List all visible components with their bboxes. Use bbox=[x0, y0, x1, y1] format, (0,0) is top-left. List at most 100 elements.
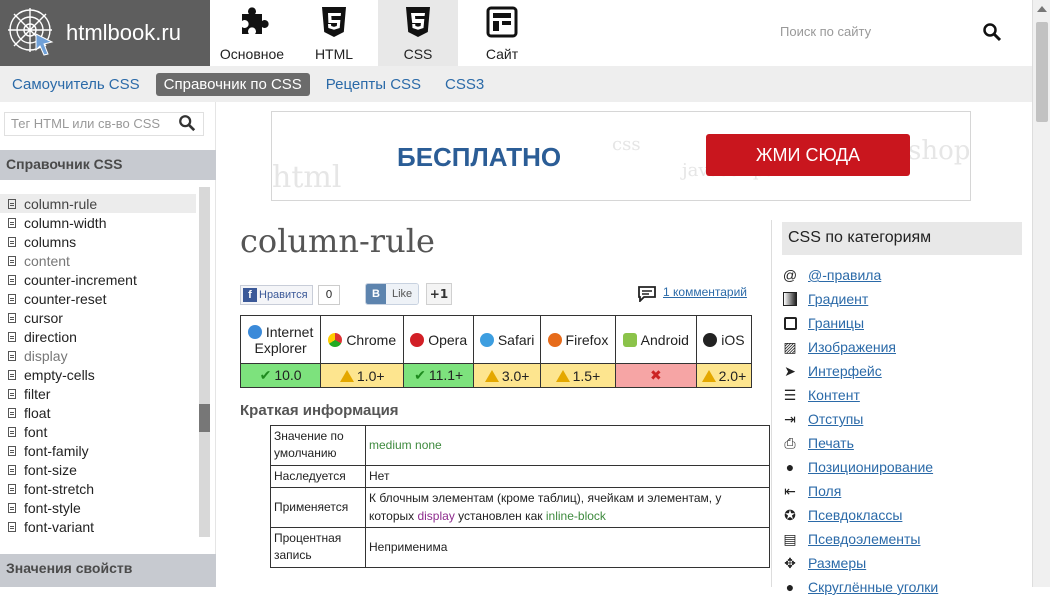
category-link[interactable]: Градиент bbox=[808, 291, 868, 307]
info-table: Значение по умолчанию medium none Наследу… bbox=[270, 425, 770, 568]
gradient-icon bbox=[782, 291, 798, 307]
sidebar-heading[interactable]: Справочник CSS bbox=[0, 150, 216, 180]
table-row: Наследуется Нет bbox=[270, 464, 770, 489]
topnav-site[interactable]: Сайт bbox=[462, 0, 542, 66]
category-link[interactable]: Поля bbox=[808, 483, 841, 499]
scrollbar-thumb[interactable] bbox=[199, 404, 210, 432]
search-icon[interactable] bbox=[982, 22, 1002, 42]
category-item[interactable]: ▤ Псевдоэлементы bbox=[782, 527, 938, 551]
comments-link[interactable]: 1 комментарий bbox=[663, 285, 747, 299]
banner-decoration: shop bbox=[908, 136, 971, 166]
category-link[interactable]: Позиционирование bbox=[808, 459, 933, 475]
facebook-like-button[interactable]: f Нравится bbox=[240, 285, 313, 305]
category-item[interactable]: @ @-правила bbox=[782, 263, 938, 287]
category-item[interactable]: ➤ Интерфейс bbox=[782, 359, 938, 383]
sidebar-item[interactable]: counter-increment bbox=[0, 270, 196, 289]
sidebar-item[interactable]: font-variant bbox=[0, 517, 196, 536]
column-divider bbox=[771, 220, 772, 587]
gplus-button[interactable]: +1 bbox=[426, 283, 452, 305]
tag-search-input[interactable]: Тег HTML или св-во CSS bbox=[4, 112, 204, 136]
ad-banner[interactable]: html css javascript shop БЕСПЛАТНО ЖМИ С… bbox=[271, 111, 971, 201]
code-link[interactable]: display bbox=[417, 509, 454, 523]
sidebar-item[interactable]: font-style bbox=[0, 498, 196, 517]
info-key: Значение по умолчанию bbox=[270, 425, 366, 466]
category-item[interactable]: ⇥ Отступы bbox=[782, 407, 938, 431]
category-item[interactable]: ⇤ Поля bbox=[782, 479, 938, 503]
sidebar-values-heading[interactable]: Значения свойств bbox=[0, 554, 216, 587]
vk-like-button[interactable]: B Like bbox=[365, 283, 420, 305]
subnav-recipes[interactable]: Рецепты CSS bbox=[318, 73, 429, 96]
warning-icon bbox=[339, 369, 354, 382]
category-item[interactable]: Границы bbox=[782, 311, 938, 335]
scrollbar-thumb[interactable] bbox=[1036, 22, 1048, 122]
sidebar-item[interactable]: float bbox=[0, 403, 196, 422]
page-scrollbar[interactable] bbox=[1032, 0, 1050, 587]
category-link[interactable]: Псевдоэлементы bbox=[808, 531, 921, 547]
rounded-icon: ● bbox=[785, 579, 795, 595]
sidebar-item[interactable]: column-width bbox=[0, 213, 196, 232]
category-item[interactable]: ✥ Размеры bbox=[782, 551, 938, 575]
category-link[interactable]: Границы bbox=[808, 315, 864, 331]
sidebar-item[interactable]: content bbox=[0, 251, 196, 270]
sidebar-item[interactable]: font-size bbox=[0, 460, 196, 479]
sub-navigation: Самоучитель CSS Справочник по CSS Рецепт… bbox=[0, 66, 1032, 102]
info-key: Применяется bbox=[270, 487, 366, 528]
subnav-reference[interactable]: Справочник по CSS bbox=[155, 72, 310, 96]
category-link[interactable]: Печать bbox=[808, 435, 854, 451]
category-item[interactable]: ● Позиционирование bbox=[782, 455, 938, 479]
topnav-css[interactable]: CSS bbox=[378, 0, 458, 66]
android-icon bbox=[622, 332, 637, 347]
topnav-main[interactable]: Основное bbox=[212, 0, 292, 66]
search-icon[interactable] bbox=[178, 114, 196, 132]
cross-icon: ✖ bbox=[649, 367, 662, 383]
support-version: 1.5+ bbox=[572, 367, 601, 384]
category-item[interactable]: ✪ Псевдоклассы bbox=[782, 503, 938, 527]
warning-icon bbox=[701, 369, 716, 382]
support-opera: ✔ 11.1+ bbox=[403, 363, 475, 388]
site-search-input[interactable]: Поиск по сайту bbox=[780, 24, 871, 39]
category-link[interactable]: Отступы bbox=[808, 411, 863, 427]
firefox-icon bbox=[547, 332, 562, 347]
sidebar-item[interactable]: direction bbox=[0, 327, 196, 346]
document-icon bbox=[8, 445, 16, 456]
at-icon: @ bbox=[782, 267, 798, 283]
sidebar-item-label: empty-cells bbox=[24, 366, 95, 383]
sidebar-item[interactable]: column-rule bbox=[0, 194, 196, 213]
category-link[interactable]: Псевдоклассы bbox=[808, 507, 902, 523]
sidebar-item[interactable]: font-stretch bbox=[0, 479, 196, 498]
banner-button[interactable]: ЖМИ СЮДА bbox=[706, 134, 910, 176]
sidebar-item[interactable]: display bbox=[0, 346, 196, 365]
sidebar-item[interactable]: font bbox=[0, 422, 196, 441]
category-link[interactable]: Размеры bbox=[808, 555, 866, 571]
support-version: 10.0 bbox=[274, 367, 302, 383]
categories-heading: CSS по категориям bbox=[782, 222, 1022, 255]
sidebar-item[interactable]: font-family bbox=[0, 441, 196, 460]
category-item[interactable]: ⎙ Печать bbox=[782, 431, 938, 455]
sidebar-item[interactable]: filter bbox=[0, 384, 196, 403]
subnav-tutorial[interactable]: Самоучитель CSS bbox=[4, 73, 148, 96]
sidebar-item[interactable]: columns bbox=[0, 232, 196, 251]
category-item[interactable]: ☰ Контент bbox=[782, 383, 938, 407]
category-link[interactable]: Скруглённые уголки bbox=[808, 579, 938, 595]
scroll-up-icon[interactable] bbox=[1037, 6, 1047, 12]
sidebar-scrollbar[interactable] bbox=[199, 187, 210, 537]
sidebar-item-label: counter-reset bbox=[24, 290, 107, 307]
sidebar-item[interactable]: counter-reset bbox=[0, 289, 196, 308]
sidebar-item[interactable]: cursor bbox=[0, 308, 196, 327]
sidebar-item-label: columns bbox=[24, 233, 77, 250]
sidebar-item-label: column-width bbox=[24, 214, 107, 231]
printer-icon: ⎙ bbox=[784, 434, 796, 451]
subnav-css3[interactable]: CSS3 bbox=[437, 73, 492, 96]
category-item[interactable]: Градиент bbox=[782, 287, 938, 311]
category-link[interactable]: @-правила bbox=[808, 267, 881, 283]
topnav-html[interactable]: HTML bbox=[294, 0, 374, 66]
image-icon: ▨ bbox=[783, 338, 797, 355]
puzzle-icon bbox=[242, 7, 269, 34]
category-link[interactable]: Интерфейс bbox=[808, 363, 882, 379]
category-item[interactable]: ● Скруглённые уголки bbox=[782, 575, 938, 599]
category-link[interactable]: Изображения bbox=[808, 339, 896, 355]
sidebar-item[interactable]: empty-cells bbox=[0, 365, 196, 384]
site-logo[interactable]: htmlbook.ru bbox=[0, 0, 210, 66]
category-item[interactable]: ▨ Изображения bbox=[782, 335, 938, 359]
category-link[interactable]: Контент bbox=[808, 387, 860, 403]
